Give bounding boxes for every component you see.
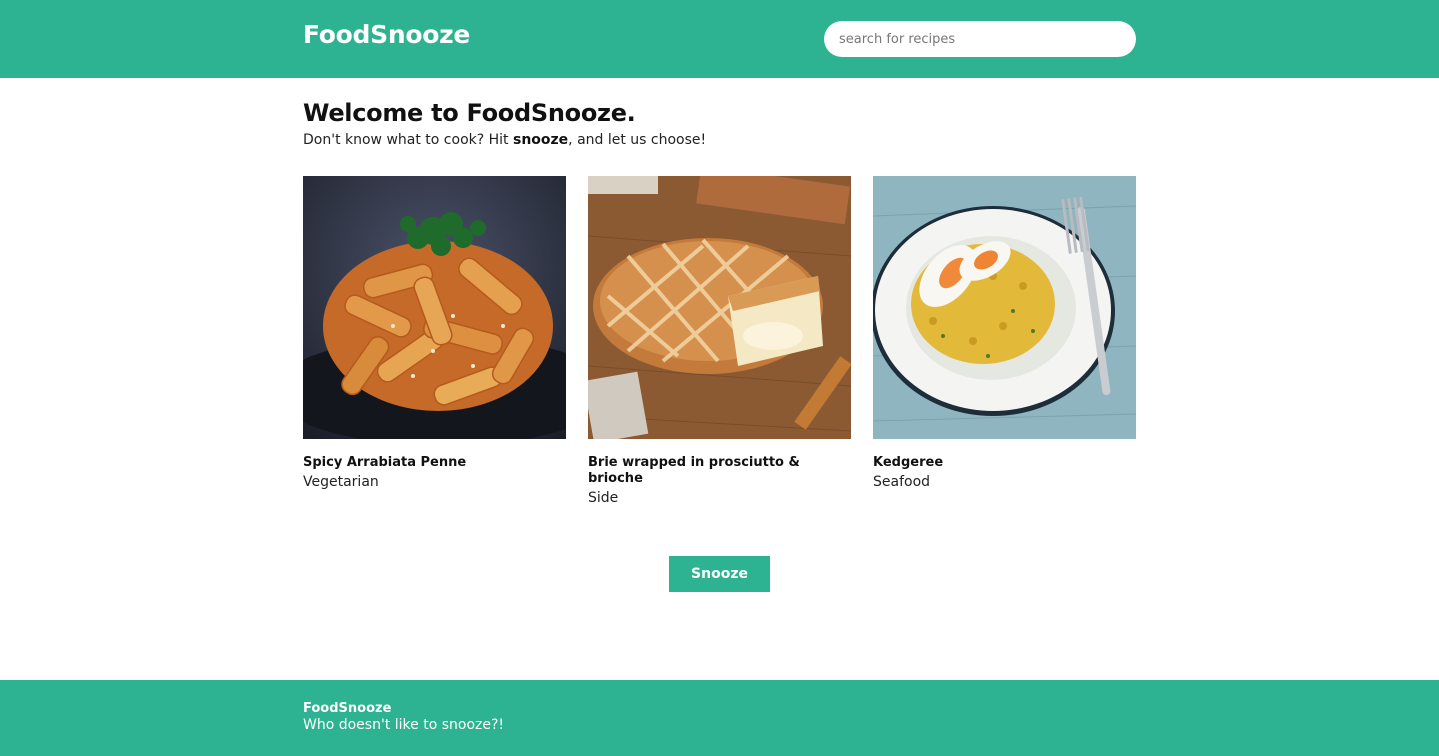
recipe-title[interactable]: Spicy Arrabiata Penne	[303, 455, 566, 471]
recipe-image-penne[interactable]	[303, 176, 566, 439]
recipe-category: Vegetarian	[303, 474, 379, 490]
recipe-category: Side	[588, 490, 619, 506]
snooze-button[interactable]: Snooze	[669, 556, 770, 592]
page-tagline: Don't know what to cook? Hit snooze, and…	[303, 132, 706, 148]
recipe-title[interactable]: Kedgeree	[873, 455, 1136, 471]
recipe-card[interactable]: Brie wrapped in prosciutto & brioche Sid…	[588, 176, 851, 506]
footer-brand: FoodSnooze	[303, 701, 392, 716]
site-logo[interactable]: FoodSnooze	[303, 20, 470, 49]
recipe-category: Seafood	[873, 474, 931, 490]
site-header: FoodSnooze	[0, 0, 1439, 78]
page-title: Welcome to FoodSnooze.	[303, 99, 636, 127]
site-footer: FoodSnooze Who doesn't like to snooze?!	[0, 680, 1439, 756]
tagline-emphasis: snooze	[512, 132, 569, 148]
recipe-card[interactable]: Spicy Arrabiata Penne Vegetarian	[303, 176, 566, 490]
tagline-text-start: Don't know what to cook? Hit	[303, 132, 513, 148]
recipe-image-brie[interactable]	[588, 176, 851, 439]
recipe-search-input[interactable]	[824, 21, 1136, 57]
tagline-text-end: , and let us choose!	[568, 132, 707, 148]
recipe-card[interactable]: Kedgeree Seafood	[873, 176, 1136, 490]
recipe-image-kedgeree[interactable]	[873, 176, 1136, 439]
recipe-title[interactable]: Brie wrapped in prosciutto & brioche	[588, 455, 851, 487]
footer-tagline: Who doesn't like to snooze?!	[303, 717, 505, 733]
